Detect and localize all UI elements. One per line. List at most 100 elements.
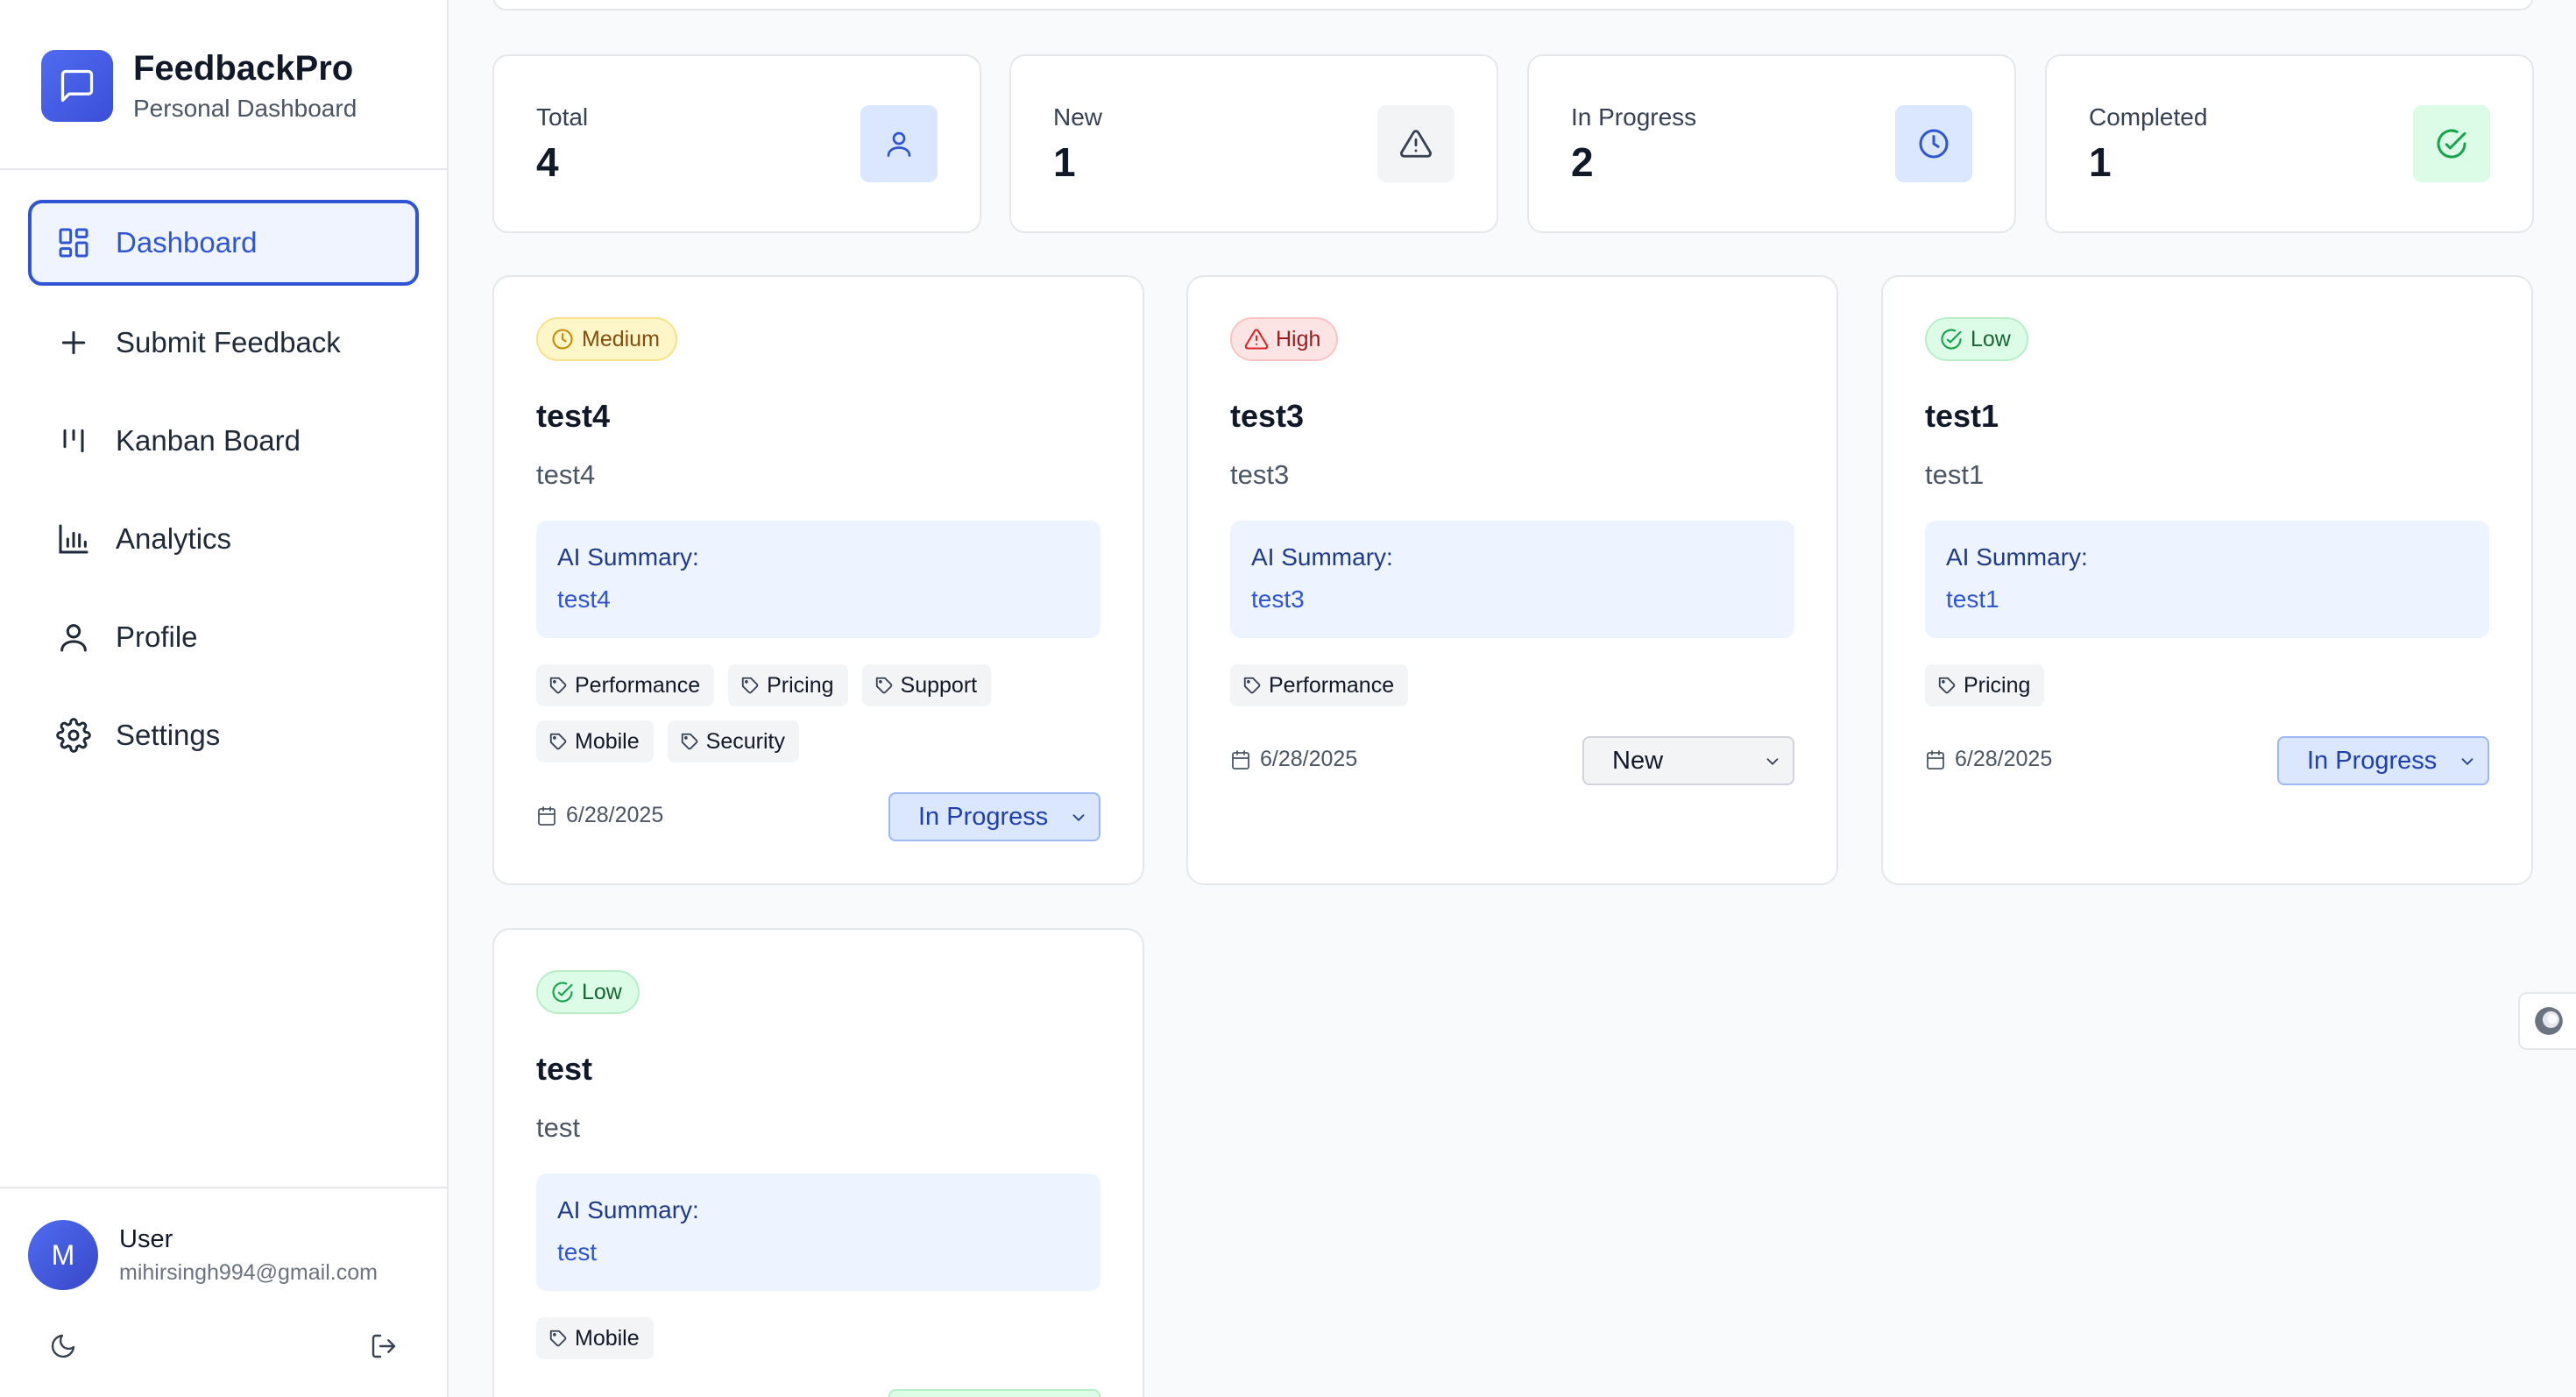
feedback-description: test4 xyxy=(536,459,596,490)
widget-logo-icon xyxy=(2535,1007,2563,1035)
priority-label: High xyxy=(1276,326,1321,351)
tag-list: Mobile xyxy=(536,1317,1106,1359)
card-footer: 6/28/2025 In Progress xyxy=(536,792,1100,841)
tag-icon xyxy=(549,733,567,750)
stat-label: Completed xyxy=(2089,103,2208,131)
nav-profile[interactable]: Profile xyxy=(28,594,419,680)
ai-summary-box: AI Summary: test xyxy=(536,1174,1100,1291)
theme-toggle-moon-icon[interactable] xyxy=(46,1329,81,1364)
ai-summary-text: test3 xyxy=(1251,585,1305,613)
feedback-title: test4 xyxy=(536,398,611,434)
priority-badge: Medium xyxy=(536,317,677,361)
stat-card-in-progress: In Progress 2 xyxy=(1527,54,2016,233)
user-icon xyxy=(56,620,91,655)
user-icon xyxy=(860,105,938,182)
tag-icon xyxy=(1243,677,1261,694)
ai-summary-label: AI Summary: xyxy=(1946,543,2088,571)
alert-triangle-icon xyxy=(1377,105,1454,182)
brand-name: FeedbackPro xyxy=(133,49,354,88)
avatar[interactable]: M xyxy=(28,1220,98,1290)
sidebar: FeedbackPro Personal Dashboard Dashboard… xyxy=(0,0,449,1397)
feedback-date: 6/28/2025 xyxy=(536,803,663,828)
tag-icon xyxy=(681,733,697,750)
ai-summary-text: test xyxy=(557,1238,598,1266)
top-bar xyxy=(492,0,2534,11)
nav-dashboard[interactable]: Dashboard xyxy=(28,200,419,286)
user-email: mihirsingh994@gmail.com xyxy=(119,1260,378,1285)
stat-value: 4 xyxy=(536,139,559,185)
feedback-date: 6/28/2025 xyxy=(1230,747,1357,772)
priority-badge: Low xyxy=(536,970,640,1014)
status-value: New xyxy=(1612,746,1664,775)
chevron-down-icon xyxy=(2461,758,2473,766)
status-select[interactable]: New xyxy=(1582,736,1794,785)
check-circle-icon xyxy=(1941,329,1962,350)
status-select[interactable]: In Progress xyxy=(888,792,1100,841)
calendar-icon xyxy=(1927,749,1944,769)
nav-submit-feedback[interactable]: Submit Feedback xyxy=(28,300,419,386)
tag-icon xyxy=(1938,677,1956,694)
priority-badge: Low xyxy=(1925,317,2028,361)
nav-settings[interactable]: Settings xyxy=(28,692,419,778)
stat-label: New xyxy=(1053,103,1103,131)
chevron-down-icon xyxy=(1766,758,1779,766)
bar-chart-icon xyxy=(56,521,91,557)
tag-list: Performance Pricing Support Mobile Secur… xyxy=(536,664,1106,762)
status-select[interactable] xyxy=(888,1389,1100,1397)
nav-label: Submit Feedback xyxy=(116,326,341,358)
nav-label: Settings xyxy=(116,719,221,751)
priority-label: Medium xyxy=(582,326,660,351)
logout-icon[interactable] xyxy=(366,1329,401,1364)
nav-label: Profile xyxy=(116,620,198,653)
feedback-title: test1 xyxy=(1925,398,1999,434)
ai-summary-label: AI Summary: xyxy=(557,1196,699,1223)
feedback-card: Low test test AI Summary: test Mobile xyxy=(492,928,1144,1397)
tag: Mobile xyxy=(536,720,654,762)
tag: Support xyxy=(861,664,992,706)
ai-summary-text: test4 xyxy=(557,585,611,613)
stat-label: In Progress xyxy=(1571,103,1697,131)
nav-analytics[interactable]: Analytics xyxy=(28,496,419,582)
tag-icon xyxy=(549,677,567,694)
tag: Performance xyxy=(536,664,715,706)
nav-kanban-board[interactable]: Kanban Board xyxy=(28,398,419,484)
stat-card-total: Total 4 xyxy=(492,54,981,233)
clock-icon xyxy=(1895,105,1972,182)
gear-icon xyxy=(56,718,91,753)
calendar-icon xyxy=(538,805,556,826)
stat-value: 2 xyxy=(1571,139,1594,185)
feedback-card: Low test1 test1 AI Summary: test1 Pricin… xyxy=(1881,275,2533,885)
plus-icon xyxy=(56,325,91,360)
chevron-down-icon xyxy=(1072,814,1085,822)
floating-widget-handle[interactable] xyxy=(2518,992,2576,1050)
feedback-card: Medium test4 test4 AI Summary: test4 Per… xyxy=(492,275,1144,885)
alert-triangle-icon xyxy=(1244,329,1269,350)
feedback-description: test3 xyxy=(1230,459,1290,490)
status-value: In Progress xyxy=(918,802,1049,831)
nav-label: Dashboard xyxy=(116,226,258,259)
tag: Performance xyxy=(1230,664,1409,706)
feedback-card: High test3 test3 AI Summary: test3 Perfo… xyxy=(1186,275,1838,885)
kanban-icon xyxy=(56,423,91,458)
priority-badge: High xyxy=(1230,317,1339,361)
brand-header: FeedbackPro Personal Dashboard xyxy=(0,0,447,170)
ai-summary-text: test1 xyxy=(1946,585,1999,613)
tag: Pricing xyxy=(728,664,848,706)
stat-card-completed: Completed 1 xyxy=(2045,54,2534,233)
ai-summary-box: AI Summary: test1 xyxy=(1925,521,2489,638)
stat-card-new: New 1 xyxy=(1009,54,1498,233)
ai-summary-label: AI Summary: xyxy=(557,543,699,571)
user-panel: M User mihirsingh994@gmail.com xyxy=(0,1187,447,1397)
priority-label: Low xyxy=(1971,326,2011,351)
card-footer: 6/28/2025 In Progress xyxy=(1925,736,2489,785)
user-name: User xyxy=(119,1225,173,1253)
check-circle-icon xyxy=(2413,105,2490,182)
status-value: In Progress xyxy=(2307,746,2438,775)
tag-icon xyxy=(741,677,759,694)
chat-bubble-icon xyxy=(41,50,113,122)
tag-icon xyxy=(549,1330,567,1347)
tag-list: Pricing xyxy=(1925,664,2495,706)
status-select[interactable]: In Progress xyxy=(2277,736,2489,785)
stat-label: Total xyxy=(536,103,589,131)
stat-value: 1 xyxy=(1053,139,1076,185)
